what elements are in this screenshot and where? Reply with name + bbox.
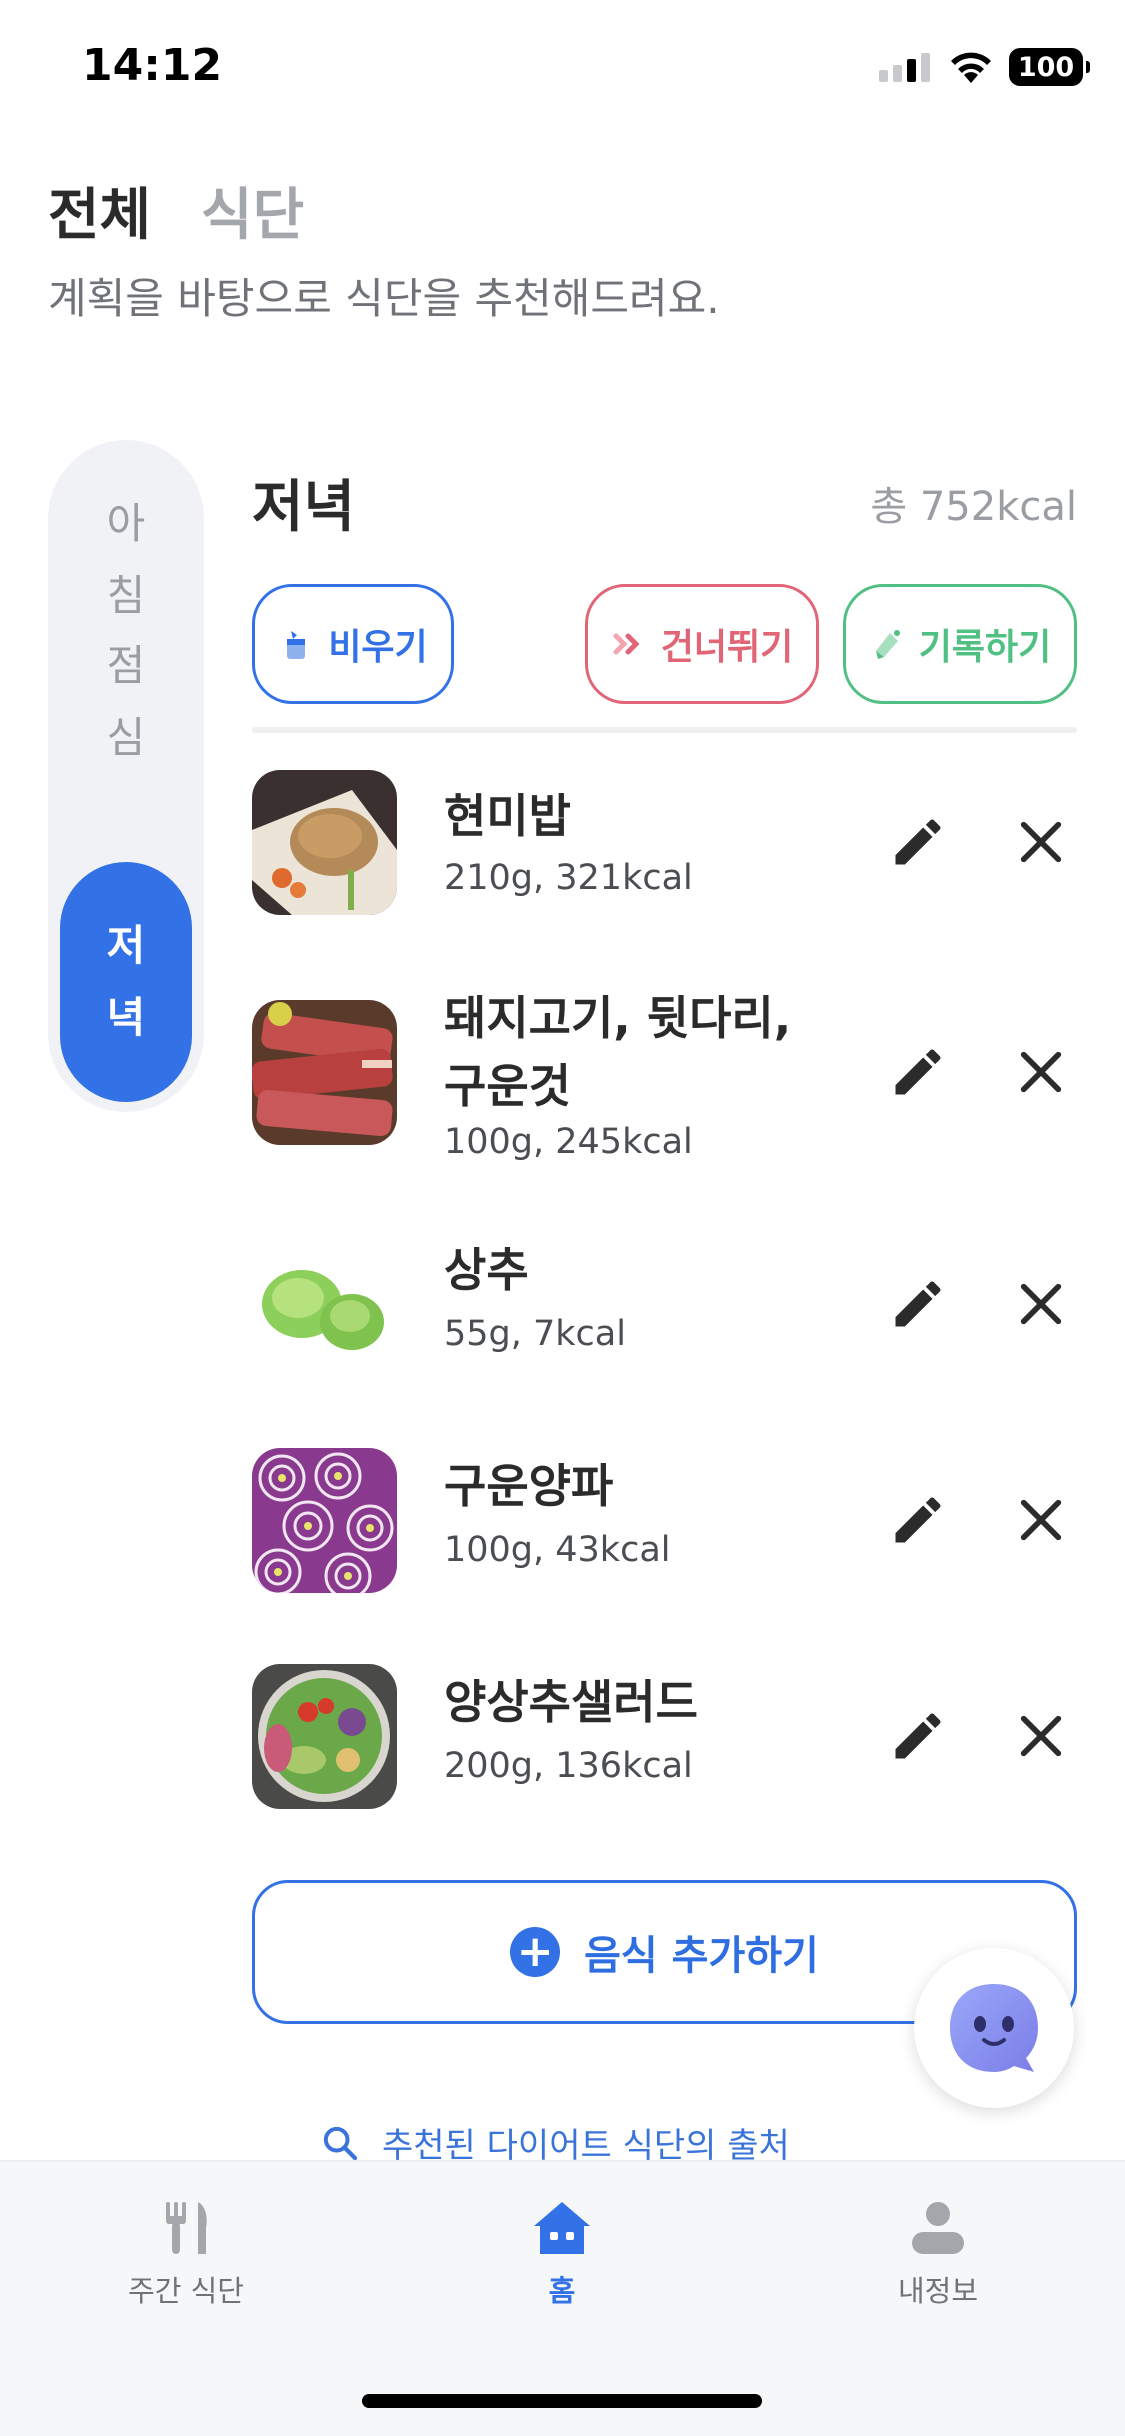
pencil-icon — [895, 1497, 941, 1543]
pencil-icon — [895, 1049, 941, 1095]
delete-button[interactable] — [1005, 1268, 1077, 1340]
meal-tab-label: 녁 — [106, 993, 146, 1042]
pencil-record-icon — [869, 626, 905, 662]
edit-button[interactable] — [882, 1268, 954, 1340]
fork-knife-icon — [166, 2202, 207, 2254]
close-icon — [1020, 1283, 1062, 1325]
home-indicator — [362, 2394, 762, 2408]
home-icon — [534, 2202, 590, 2254]
wifi-icon — [951, 52, 991, 83]
edit-button[interactable] — [882, 1700, 954, 1772]
nav-home[interactable]: 홈 — [462, 2198, 662, 2310]
tab-diet[interactable]: 식단 — [201, 170, 304, 251]
meal-tabs: 아 침 점 심 저 녁 — [48, 440, 204, 1112]
food-item[interactable]: 구운양파 100g, 43kcal — [252, 1448, 1077, 1598]
meal-tab-label: 점 — [106, 641, 146, 690]
person-icon — [912, 2202, 964, 2254]
food-detail: 200g, 136kcal — [444, 1746, 693, 1786]
status-time: 14:12 — [82, 40, 223, 91]
chatbot-button[interactable] — [914, 1948, 1074, 2108]
delete-button[interactable] — [1005, 1700, 1077, 1772]
divider — [252, 727, 1077, 733]
plus-circle-icon: + — [510, 1927, 561, 1977]
pencil-icon — [895, 1713, 941, 1759]
pencil-icon — [895, 1281, 941, 1327]
food-name: 양상추샐러드 — [444, 1675, 698, 1729]
meal-tab-lunch[interactable]: 점 심 — [60, 627, 192, 777]
nav-label: 주간 식단 — [128, 2274, 244, 2308]
nav-label: 내정보 — [897, 2274, 979, 2308]
food-detail: 210g, 321kcal — [444, 858, 693, 898]
pencil-icon — [895, 819, 941, 865]
record-button[interactable]: 기록하기 — [843, 584, 1077, 704]
double-chevron-icon — [611, 626, 647, 662]
meal-title: 저녁 — [252, 475, 356, 540]
meal-tab-label: 저 — [106, 921, 146, 970]
delete-button[interactable] — [1005, 1484, 1077, 1556]
edit-button[interactable] — [882, 1036, 954, 1108]
status-icons: 100 — [879, 48, 1090, 86]
food-name: 구운양파 — [444, 1459, 614, 1513]
meal-total-kcal: 총 752kcal — [870, 484, 1077, 530]
food-item[interactable]: 현미밥 210g, 321kcal — [252, 770, 1077, 920]
food-detail: 100g, 245kcal — [444, 1122, 693, 1162]
close-icon — [1020, 1051, 1062, 1093]
record-button-label: 기록하기 — [918, 627, 1052, 668]
skip-button-label: 건너뛰기 — [660, 627, 794, 668]
search-icon — [323, 2126, 358, 2160]
food-item[interactable]: 양상추샐러드 200g, 136kcal — [252, 1664, 1077, 1814]
delete-button[interactable] — [1005, 806, 1077, 878]
close-icon — [1020, 1499, 1062, 1541]
food-name-line: 구운것 — [444, 1059, 571, 1113]
food-name: 상추 — [444, 1243, 529, 1297]
edit-button[interactable] — [882, 1484, 954, 1556]
close-icon — [1020, 1715, 1062, 1757]
meal-tab-dinner[interactable]: 저 녁 — [60, 862, 192, 1102]
trash-can-icon — [278, 626, 314, 662]
food-item[interactable]: 돼지고기, 뒷다리, 구운것 100g, 245kcal — [252, 991, 1077, 1170]
brown-rice-image — [252, 770, 397, 915]
lettuce-image — [252, 1232, 397, 1377]
food-detail: 55g, 7kcal — [444, 1314, 626, 1354]
add-food-label: 음식 추가하기 — [584, 1933, 819, 1979]
skip-button[interactable]: 건너뛰기 — [585, 584, 819, 704]
food-name: 돼지고기, 뒷다리, 구운것 — [444, 984, 791, 1120]
meal-tab-label: 심 — [106, 713, 146, 762]
nav-weekly-diet[interactable]: 주간 식단 — [86, 2198, 286, 2310]
app-screen: 14:12 100 전체 식단 계획을 바탕으로 식단을 추천해드려요. 아 침 — [0, 0, 1125, 2436]
battery-icon: 100 — [1009, 48, 1090, 86]
food-name-line: 돼지고기, 뒷다리, — [444, 991, 792, 1045]
onion-image — [252, 1448, 397, 1593]
empty-button-label: 비우기 — [328, 627, 428, 668]
meal-tab-label: 아 — [106, 499, 146, 548]
battery-level: 100 — [1017, 51, 1075, 83]
tab-all[interactable]: 전체 — [48, 170, 151, 251]
edit-button[interactable] — [882, 806, 954, 878]
food-item[interactable]: 상추 55g, 7kcal — [252, 1232, 1077, 1382]
delete-button[interactable] — [1005, 1036, 1077, 1108]
top-tabs: 전체 식단 — [48, 170, 304, 251]
signal-icon — [879, 53, 930, 82]
status-bar: 14:12 100 — [0, 0, 1125, 135]
empty-button[interactable]: 비우기 — [252, 584, 454, 704]
close-icon — [1020, 821, 1062, 863]
pork-image — [252, 1000, 397, 1145]
chatbot-face-icon — [950, 1984, 1038, 2072]
food-name: 현미밥 — [444, 789, 571, 843]
meal-tab-breakfast[interactable]: 아 침 — [60, 485, 192, 635]
food-detail: 100g, 43kcal — [444, 1530, 671, 1570]
recommendation-subtitle: 계획을 바탕으로 식단을 추천해드려요. — [48, 274, 720, 320]
meal-tab-label: 침 — [106, 571, 146, 620]
salad-image — [252, 1664, 397, 1809]
nav-my-info[interactable]: 내정보 — [838, 2198, 1038, 2310]
nav-label: 홈 — [548, 2274, 576, 2308]
